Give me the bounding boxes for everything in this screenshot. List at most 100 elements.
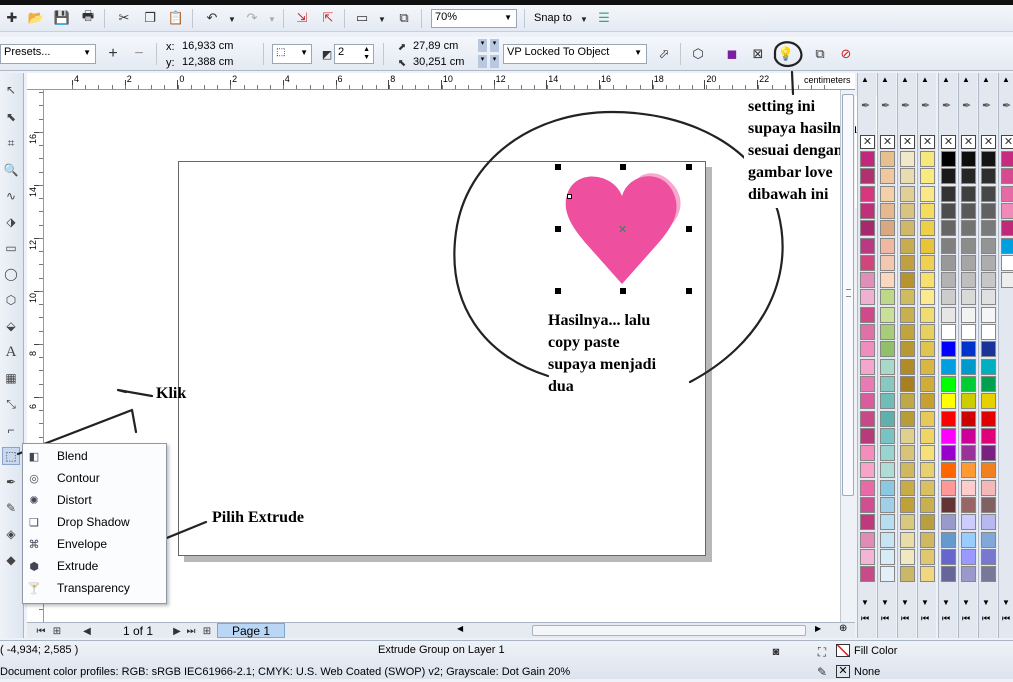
color-swatch[interactable] — [860, 168, 875, 185]
color-swatch[interactable] — [900, 237, 915, 254]
color-swatch[interactable] — [941, 185, 956, 202]
color-swatch[interactable] — [981, 254, 996, 271]
scroll-right-icon[interactable]: ▶ — [815, 624, 825, 636]
palette-eyedropper-icon[interactable]: ✒ — [962, 99, 971, 112]
color-swatch[interactable] — [880, 531, 895, 548]
no-color-swatch[interactable]: ✕ — [961, 135, 976, 149]
color-swatch[interactable] — [961, 272, 976, 289]
palette-scroll-down-icon[interactable]: ▼ — [881, 598, 889, 607]
color-swatch[interactable] — [860, 341, 875, 358]
color-swatch[interactable] — [900, 427, 915, 444]
color-swatch[interactable] — [880, 514, 895, 531]
flyout-item-blend[interactable]: ◧ Blend — [23, 445, 166, 467]
color-swatch[interactable] — [981, 202, 996, 219]
color-swatch[interactable] — [1001, 151, 1013, 167]
color-swatch[interactable] — [981, 151, 996, 167]
horizontal-scroll-thumb[interactable] — [532, 625, 806, 636]
color-swatch[interactable] — [860, 514, 875, 531]
color-swatch[interactable] — [941, 341, 956, 358]
color-swatch[interactable] — [860, 497, 875, 513]
color-swatch[interactable] — [941, 272, 956, 289]
color-swatch[interactable] — [880, 393, 895, 410]
color-swatch[interactable] — [981, 514, 996, 531]
page-tab[interactable]: Page 1 — [217, 623, 285, 638]
color-swatch[interactable] — [880, 324, 895, 340]
flyout-item-transparency[interactable]: 🍸 Transparency — [23, 577, 166, 599]
color-swatch[interactable] — [961, 375, 976, 392]
color-swatch[interactable] — [900, 445, 915, 462]
palette-scroll-up-icon[interactable]: ▲ — [942, 75, 950, 84]
color-swatch[interactable] — [941, 514, 956, 531]
flyout-item-distort[interactable]: ✺ Distort — [23, 489, 166, 511]
color-swatch[interactable] — [981, 358, 996, 375]
color-swatch[interactable] — [981, 306, 996, 323]
color-swatch[interactable] — [981, 289, 996, 306]
color-swatch[interactable] — [900, 462, 915, 479]
color-swatch[interactable] — [860, 427, 875, 444]
palette-scroll-up-icon[interactable]: ▲ — [861, 75, 869, 84]
palette-scroll-up-icon[interactable]: ▲ — [962, 75, 970, 84]
color-swatch[interactable] — [961, 479, 976, 496]
flyout-item-envelope[interactable]: ⌘ Envelope — [23, 533, 166, 555]
color-swatch[interactable] — [981, 185, 996, 202]
color-swatch[interactable] — [920, 289, 935, 306]
color-swatch[interactable] — [880, 289, 895, 306]
color-swatch[interactable] — [900, 479, 915, 496]
previous-page-icon[interactable]: ◀ — [77, 621, 97, 641]
color-swatch[interactable] — [941, 237, 956, 254]
color-swatch[interactable] — [860, 237, 875, 254]
palette-eyedropper-icon[interactable]: ✒ — [1002, 99, 1011, 112]
color-swatch[interactable] — [1001, 237, 1013, 254]
color-swatch[interactable] — [920, 566, 935, 583]
palette-scroll-up-icon[interactable]: ▲ — [1002, 75, 1010, 84]
color-swatch[interactable] — [941, 254, 956, 271]
color-swatch[interactable] — [981, 548, 996, 565]
color-swatch[interactable] — [920, 393, 935, 410]
color-swatch[interactable] — [880, 427, 895, 444]
color-swatch[interactable] — [981, 168, 996, 185]
no-color-swatch[interactable]: ✕ — [920, 135, 935, 149]
add-page-before-icon[interactable]: ⊞ — [47, 621, 67, 641]
color-swatch[interactable] — [920, 375, 935, 392]
add-page-after-icon[interactable]: ⊞ — [197, 621, 217, 641]
palette-scroll-up-icon[interactable]: ▲ — [901, 75, 909, 84]
color-swatch[interactable] — [981, 237, 996, 254]
color-swatch[interactable] — [900, 324, 915, 340]
scroll-left-icon[interactable]: ◀ — [457, 624, 467, 636]
color-swatch[interactable] — [880, 151, 895, 167]
palette-eyedropper-icon[interactable]: ✒ — [901, 99, 910, 112]
palette-scroll-down-icon[interactable]: ▼ — [861, 598, 869, 607]
color-swatch[interactable] — [860, 289, 875, 306]
vertical-scrollbar[interactable] — [840, 90, 855, 622]
color-swatch[interactable] — [920, 410, 935, 427]
palette-flyout-icon[interactable]: ⏮ — [921, 613, 929, 624]
color-swatch[interactable] — [961, 531, 976, 548]
color-swatch[interactable] — [920, 531, 935, 548]
color-swatch[interactable] — [880, 497, 895, 513]
color-proof-icon[interactable]: ◙ — [766, 642, 786, 662]
color-swatch[interactable] — [880, 220, 895, 237]
color-swatch[interactable] — [900, 358, 915, 375]
color-swatch[interactable] — [860, 393, 875, 410]
color-swatch[interactable] — [900, 151, 915, 167]
color-swatch[interactable] — [880, 272, 895, 289]
color-swatch[interactable] — [880, 462, 895, 479]
color-swatch[interactable] — [880, 237, 895, 254]
color-swatch[interactable] — [961, 237, 976, 254]
color-swatch[interactable] — [880, 375, 895, 392]
palette-scroll-up-icon[interactable]: ▲ — [921, 75, 929, 84]
color-swatch[interactable] — [880, 341, 895, 358]
color-swatch[interactable] — [860, 220, 875, 237]
color-swatch[interactable] — [860, 375, 875, 392]
palette-flyout-icon[interactable]: ⏮ — [881, 613, 889, 624]
palette-eyedropper-icon[interactable]: ✒ — [982, 99, 991, 112]
color-swatch[interactable] — [981, 375, 996, 392]
color-swatch[interactable] — [961, 151, 976, 167]
color-swatch[interactable] — [900, 272, 915, 289]
flyout-item-drop-shadow[interactable]: ❏ Drop Shadow — [23, 511, 166, 533]
color-swatch[interactable] — [1001, 220, 1013, 237]
color-swatch[interactable] — [920, 202, 935, 219]
color-swatch[interactable] — [880, 202, 895, 219]
color-swatch[interactable] — [961, 202, 976, 219]
color-swatch[interactable] — [941, 324, 956, 340]
